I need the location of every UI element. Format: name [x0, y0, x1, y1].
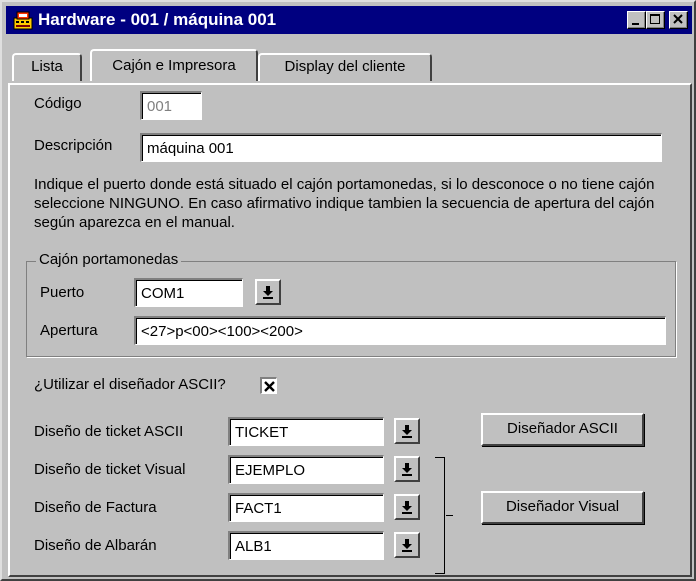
- checkmark-icon: [264, 381, 275, 392]
- ticket-ascii-dropdown-button[interactable]: [394, 418, 420, 444]
- maximize-icon: [650, 14, 660, 24]
- visual-designer-bracket: [435, 457, 445, 574]
- minimize-button[interactable]: [627, 11, 646, 29]
- tab-panel: Código 001 Descripción máquina 001 Indiq…: [8, 83, 692, 577]
- hardware-window: Hardware - 001 / máquina 001 Lista Cajón…: [0, 0, 696, 581]
- albaran-dropdown-button[interactable]: [394, 532, 420, 558]
- apertura-field[interactable]: <27>p<00><100><200>: [134, 316, 666, 345]
- albaran-field[interactable]: ALB1: [228, 531, 384, 560]
- tab-lista[interactable]: Lista: [12, 53, 82, 81]
- visual-designer-button[interactable]: Diseñador Visual: [481, 491, 644, 524]
- tab-display-cliente[interactable]: Display del cliente: [258, 53, 432, 81]
- cash-register-icon: [13, 11, 33, 30]
- tab-label: Display del cliente: [284, 58, 406, 75]
- ticket-visual-dropdown-button[interactable]: [394, 456, 420, 482]
- cajon-legend: Cajón portamonedas: [36, 251, 182, 268]
- descripcion-field[interactable]: máquina 001: [140, 133, 662, 162]
- ticket-ascii-field[interactable]: TICKET: [228, 417, 384, 446]
- dropdown-arrow-icon: [402, 539, 412, 552]
- factura-field[interactable]: FACT1: [228, 493, 384, 522]
- minimize-icon: [632, 23, 639, 25]
- codigo-field: 001: [140, 91, 202, 120]
- tab-cajon-impresora[interactable]: Cajón e Impresora: [90, 49, 258, 81]
- codigo-label: Código: [34, 95, 82, 112]
- close-button[interactable]: [669, 11, 688, 29]
- design-label: Diseño de Factura: [34, 499, 157, 516]
- design-label: Diseño de ticket Visual: [34, 461, 186, 478]
- puerto-select[interactable]: COM1: [134, 278, 243, 307]
- info-text: Indique el puerto donde está situado el …: [34, 176, 655, 231]
- title-bar[interactable]: Hardware - 001 / máquina 001: [6, 6, 692, 34]
- window-title: Hardware - 001 / máquina 001: [38, 10, 277, 29]
- dropdown-arrow-icon: [402, 501, 412, 514]
- dropdown-arrow-icon: [402, 463, 412, 476]
- puerto-label: Puerto: [40, 284, 85, 301]
- maximize-button[interactable]: [646, 11, 665, 29]
- tab-label: Lista: [31, 58, 63, 75]
- tab-label: Cajón e Impresora: [112, 57, 236, 74]
- factura-dropdown-button[interactable]: [394, 494, 420, 520]
- dropdown-arrow-icon: [263, 286, 273, 299]
- close-icon: [673, 14, 683, 24]
- apertura-label: Apertura: [40, 322, 98, 339]
- descripcion-label: Descripción: [34, 137, 113, 154]
- puerto-dropdown-button[interactable]: [255, 279, 281, 305]
- ascii-checkbox[interactable]: [260, 377, 277, 394]
- ticket-visual-field[interactable]: EJEMPLO: [228, 455, 384, 484]
- visual-designer-bracket-tick: [446, 515, 453, 516]
- dropdown-arrow-icon: [402, 425, 412, 438]
- design-label: Diseño de Albarán: [34, 537, 157, 554]
- ascii-checkbox-label: ¿Utilizar el diseñador ASCII?: [34, 376, 226, 393]
- ascii-designer-button[interactable]: Diseñador ASCII: [481, 413, 644, 446]
- design-label: Diseño de ticket ASCII: [34, 423, 184, 440]
